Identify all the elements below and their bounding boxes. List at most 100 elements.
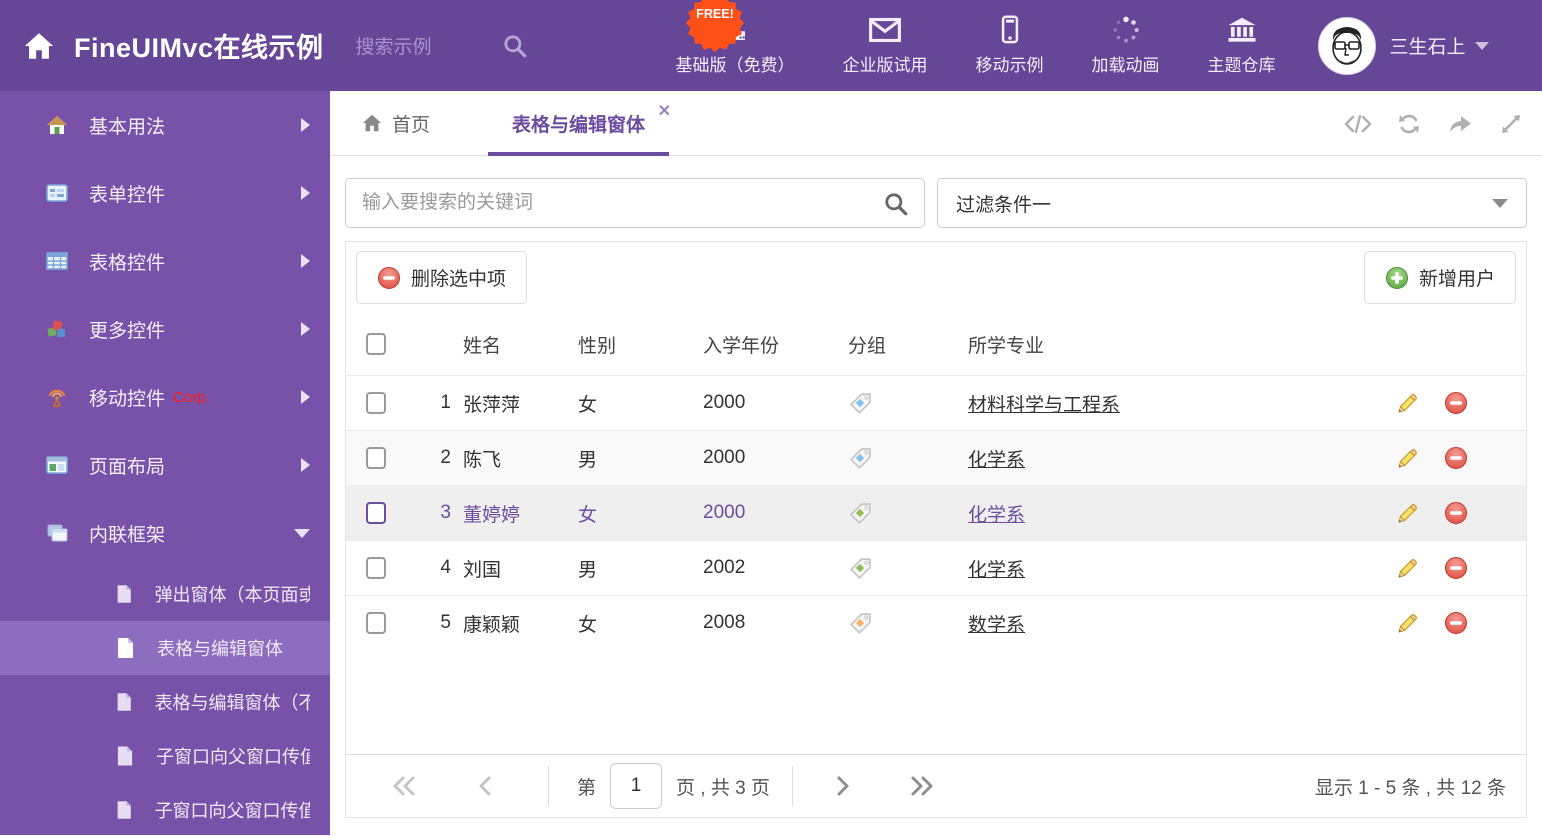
next-page-button[interactable] xyxy=(835,774,851,798)
major-link[interactable]: 化学系 xyxy=(968,555,1025,582)
delete-selected-button[interactable]: 删除选中项 xyxy=(356,251,528,304)
plus-circle-icon xyxy=(1385,266,1408,289)
nav-loading-animation[interactable]: 加载动画 xyxy=(1092,15,1160,76)
sidebar-subitem-child-to-parent[interactable]: 子窗口向父窗口传值 xyxy=(0,729,330,783)
user-menu[interactable]: 三生石上 xyxy=(1317,16,1489,75)
major-link[interactable]: 化学系 xyxy=(968,445,1025,472)
column-header-gender[interactable]: 性别 xyxy=(566,331,691,358)
prev-page-button[interactable] xyxy=(477,774,493,798)
row-number: 3 xyxy=(440,502,451,523)
table-row[interactable]: 2 陈飞 男 2000 化学系 xyxy=(346,430,1526,485)
row-checkbox[interactable] xyxy=(366,502,386,524)
file-icon xyxy=(117,746,133,766)
nav-enterprise-trial[interactable]: 企业版试用 xyxy=(843,15,928,76)
envelope-icon xyxy=(869,17,901,43)
keyword-search-input[interactable] xyxy=(345,178,925,228)
expand-icon[interactable] xyxy=(1498,112,1524,136)
column-header-major[interactable]: 所学专业 xyxy=(956,331,1396,358)
last-page-button[interactable] xyxy=(909,774,935,798)
search-icon[interactable] xyxy=(883,191,909,217)
sidebar-item-more-controls[interactable]: 更多控件 xyxy=(0,295,330,363)
edit-icon[interactable] xyxy=(1396,446,1420,470)
page-number-input[interactable] xyxy=(610,763,663,809)
row-checkbox[interactable] xyxy=(366,557,386,579)
header-search[interactable]: 搜索示例 xyxy=(356,32,556,59)
chevron-right-icon xyxy=(301,254,310,268)
edit-icon[interactable] xyxy=(1396,556,1420,580)
header-search-placeholder: 搜索示例 xyxy=(355,37,432,58)
major-link[interactable]: 材料科学与工程系 xyxy=(968,390,1120,417)
free-badge-text: FREE! xyxy=(696,7,734,21)
cell-name: 张萍萍 xyxy=(463,394,521,416)
cell-name: 康颖颖 xyxy=(463,614,521,636)
row-checkbox[interactable] xyxy=(366,612,386,634)
column-header-year[interactable]: 入学年份 xyxy=(691,331,836,358)
add-user-button[interactable]: 新增用户 xyxy=(1363,251,1516,304)
edit-icon[interactable] xyxy=(1396,391,1420,415)
delete-icon[interactable] xyxy=(1444,611,1468,635)
sidebar-subitem-grid-edit-window-2[interactable]: 表格与编辑窗体（不... xyxy=(0,675,330,729)
delete-icon[interactable] xyxy=(1444,556,1468,580)
file-icon xyxy=(117,585,131,603)
major-link[interactable]: 化学系 xyxy=(968,500,1025,527)
delete-icon[interactable] xyxy=(1444,391,1468,415)
first-page-button[interactable] xyxy=(391,774,417,798)
avatar[interactable] xyxy=(1317,16,1376,75)
column-header-group[interactable]: 分组 xyxy=(836,331,956,358)
minus-circle-icon xyxy=(378,266,400,289)
edit-icon[interactable] xyxy=(1396,611,1420,635)
tab-home[interactable]: 首页 xyxy=(360,110,430,137)
edit-icon[interactable] xyxy=(1396,501,1420,525)
sidebar-item-form-controls[interactable]: 表单控件 xyxy=(0,159,330,227)
table-row[interactable]: 5 康颖颖 女 2008 数学系 xyxy=(346,595,1526,650)
app-home-icon[interactable] xyxy=(22,29,56,63)
filter-dropdown[interactable]: 过滤条件一 xyxy=(937,178,1527,228)
grid-panel: 删除选中项 新增用户 姓名 性别 入学年份 分组 所学专业 1 张萍萍 女 20… xyxy=(345,241,1527,818)
antenna-icon xyxy=(48,389,66,407)
cell-gender: 男 xyxy=(578,559,598,581)
sidebar-item-iframe[interactable]: 内联框架 xyxy=(0,499,330,567)
home-tab-icon xyxy=(362,114,382,132)
free-badge: FREE! xyxy=(686,0,744,52)
tab-bar: 首页 表格与编辑窗体 ✕ xyxy=(330,91,1542,156)
row-number: 2 xyxy=(440,447,451,468)
row-number: 1 xyxy=(440,392,451,413)
file-icon xyxy=(118,638,133,658)
sidebar-item-page-layout[interactable]: 页面布局 xyxy=(0,431,330,499)
column-header-name[interactable]: 姓名 xyxy=(451,331,566,358)
sidebar-item-grid-controls[interactable]: 表格控件 xyxy=(0,227,330,295)
share-icon[interactable] xyxy=(1446,112,1474,136)
mobile-icon xyxy=(1001,15,1018,44)
tag-icon xyxy=(849,557,871,579)
active-tab-underline xyxy=(488,151,670,156)
delete-icon[interactable] xyxy=(1444,446,1468,470)
row-checkbox[interactable] xyxy=(366,447,386,469)
source-code-icon[interactable] xyxy=(1344,112,1372,136)
sidebar-subitem-child-to-parent-2[interactable]: 子窗口向父窗口传值... xyxy=(0,783,330,837)
row-checkbox[interactable] xyxy=(366,392,386,414)
select-all-checkbox[interactable] xyxy=(366,333,386,355)
nav-mobile-demo[interactable]: 移动示例 xyxy=(976,15,1044,76)
sidebar-item-mobile-controls[interactable]: 移动控件 Corp. xyxy=(0,363,330,431)
major-link[interactable]: 数学系 xyxy=(968,610,1025,637)
table-row[interactable]: 1 张萍萍 女 2000 材料科学与工程系 xyxy=(346,375,1526,430)
cell-gender: 女 xyxy=(578,614,598,636)
table-row-selected[interactable]: 3 董婷婷 女 2000 化学系 xyxy=(346,485,1526,540)
sidebar-subitem-popup-window[interactable]: 弹出窗体（本页面或... xyxy=(0,567,330,621)
chevron-right-icon xyxy=(301,322,310,336)
tab-grid-edit-window[interactable]: 表格与编辑窗体 ✕ xyxy=(488,91,671,156)
blocks-icon xyxy=(47,320,66,338)
search-icon[interactable] xyxy=(502,33,528,59)
sidebar-subitem-grid-edit-window[interactable]: 表格与编辑窗体 xyxy=(0,621,330,675)
table-empty-space xyxy=(346,650,1526,754)
table-row[interactable]: 4 刘国 男 2002 化学系 xyxy=(346,540,1526,595)
sidebar-item-basic-usage[interactable]: 基本用法 xyxy=(0,91,330,159)
refresh-icon[interactable] xyxy=(1396,112,1422,136)
close-icon[interactable]: ✕ xyxy=(658,103,671,120)
chevron-right-icon xyxy=(301,118,310,132)
delete-icon[interactable] xyxy=(1444,501,1468,525)
nav-theme-repo[interactable]: 主题仓库 xyxy=(1208,15,1276,76)
main-content: 首页 表格与编辑窗体 ✕ 过滤条件一 xyxy=(330,91,1542,835)
record-summary: 显示 1 - 5 条 , 共 12 条 xyxy=(1314,777,1506,799)
cell-year: 2000 xyxy=(703,502,746,523)
